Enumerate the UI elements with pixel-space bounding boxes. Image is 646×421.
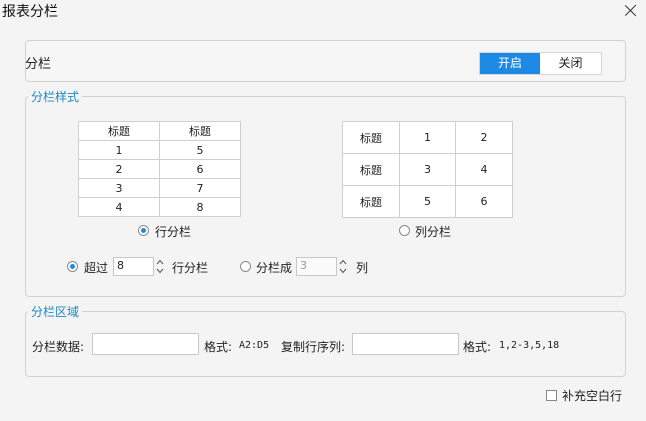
toggle-off-button[interactable]: 关闭 bbox=[540, 53, 601, 74]
row-split-label: 行分栏 bbox=[155, 225, 192, 239]
column-data-label: 分栏数据: bbox=[32, 340, 85, 354]
copy-format-label: 格式: bbox=[463, 340, 492, 354]
preview-cell: 3 bbox=[399, 153, 456, 186]
split-into-value: 3 bbox=[300, 259, 307, 272]
column-style-title: 分栏样式 bbox=[28, 88, 83, 105]
exceed-radio[interactable] bbox=[67, 261, 78, 272]
table-row: 标题 3 4 bbox=[342, 153, 513, 186]
table-row: 4 8 bbox=[78, 197, 241, 217]
table-row: 标题 5 6 bbox=[342, 185, 513, 218]
preview-cell: 1 bbox=[78, 140, 160, 160]
close-icon[interactable] bbox=[620, 0, 642, 22]
data-format-label: 格式: bbox=[204, 340, 233, 354]
fill-blank-rows-checkbox[interactable] bbox=[546, 390, 557, 401]
preview-cell: 标题 bbox=[342, 121, 400, 154]
preview-cell: 1 bbox=[399, 121, 456, 154]
table-row: 标题 1 2 bbox=[342, 121, 513, 154]
split-into-label: 分栏成 bbox=[256, 261, 293, 275]
table-row: 3 7 bbox=[78, 178, 241, 198]
preview-cell: 8 bbox=[159, 197, 241, 217]
preview-cell: 标题 bbox=[342, 153, 400, 186]
exceed-label: 超过 bbox=[84, 261, 109, 275]
column-split-label: 列分栏 bbox=[415, 225, 452, 239]
table-row: 1 5 bbox=[78, 140, 241, 160]
row-column-preview: 标题 标题 1 5 2 6 3 7 4 8 bbox=[78, 121, 241, 217]
preview-cell: 标题 bbox=[342, 185, 400, 218]
preview-header-row: 标题 标题 bbox=[78, 121, 241, 141]
data-format-example: A2:D5 bbox=[239, 340, 270, 351]
column-preview: 标题 1 2 标题 3 4 标题 5 6 bbox=[342, 121, 513, 218]
preview-header-cell: 标题 bbox=[78, 121, 160, 141]
preview-cell: 4 bbox=[78, 197, 160, 217]
column-split-radio[interactable] bbox=[399, 225, 410, 236]
chevron-up-icon[interactable] bbox=[339, 258, 347, 266]
exceed-rows-input[interactable]: 8 bbox=[113, 257, 154, 276]
preview-cell: 6 bbox=[159, 159, 241, 179]
column-toggle-label: 分栏 bbox=[25, 57, 52, 72]
table-row: 2 6 bbox=[78, 159, 241, 179]
column-area-title: 分栏区域 bbox=[28, 303, 83, 320]
preview-cell: 3 bbox=[78, 178, 160, 198]
preview-cell: 7 bbox=[159, 178, 241, 198]
copy-format-example: 1,2-3,5,18 bbox=[499, 340, 560, 351]
split-into-stepper[interactable] bbox=[337, 257, 351, 276]
row-split-radio[interactable] bbox=[138, 225, 149, 236]
exceed-rows-value: 8 bbox=[117, 259, 124, 272]
exceed-suffix: 行分栏 bbox=[172, 261, 209, 275]
split-into-suffix: 列 bbox=[356, 261, 369, 275]
copy-rows-input[interactable] bbox=[352, 333, 459, 355]
preview-cell: 6 bbox=[455, 185, 513, 218]
fill-blank-rows-label: 补充空白行 bbox=[562, 389, 623, 403]
column-data-input[interactable] bbox=[92, 333, 199, 355]
column-toggle: 开启 关闭 bbox=[479, 52, 602, 75]
preview-cell: 5 bbox=[159, 140, 241, 160]
chevron-down-icon[interactable] bbox=[339, 267, 347, 275]
copy-rows-label: 复制行序列: bbox=[281, 340, 346, 354]
dialog-title: 报表分栏 bbox=[2, 4, 58, 20]
chevron-up-icon[interactable] bbox=[156, 258, 164, 266]
preview-cell: 2 bbox=[78, 159, 160, 179]
preview-cell: 5 bbox=[399, 185, 456, 218]
preview-cell: 4 bbox=[455, 153, 513, 186]
preview-header-cell: 标题 bbox=[159, 121, 241, 141]
toggle-on-button[interactable]: 开启 bbox=[480, 53, 540, 74]
split-into-radio[interactable] bbox=[240, 261, 251, 272]
exceed-stepper[interactable] bbox=[154, 257, 168, 276]
split-into-input[interactable]: 3 bbox=[296, 257, 337, 276]
preview-cell: 2 bbox=[455, 121, 513, 154]
chevron-down-icon[interactable] bbox=[156, 267, 164, 275]
